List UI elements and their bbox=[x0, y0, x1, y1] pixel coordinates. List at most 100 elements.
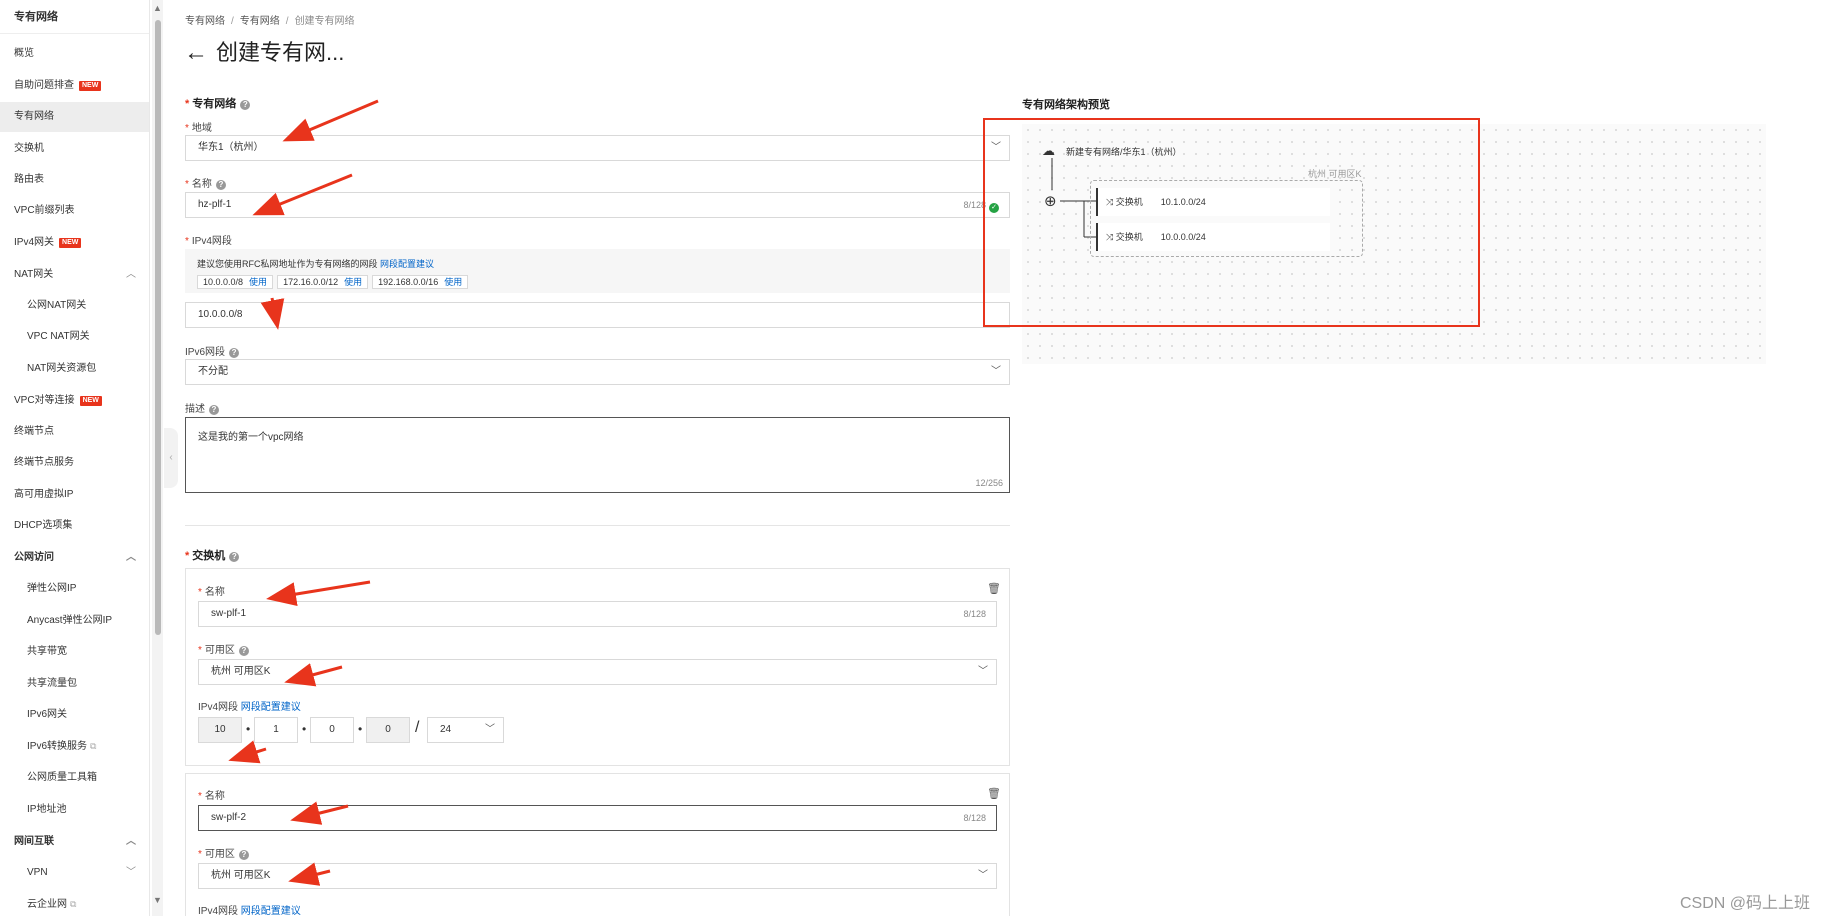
sidebar-item-label: 高可用虚拟IP bbox=[14, 489, 74, 500]
new-badge: NEW bbox=[59, 238, 82, 248]
highlight-box bbox=[983, 118, 1480, 327]
sidebar-item-shared-bandwidth[interactable]: 共享带宽 bbox=[0, 637, 149, 667]
octet-separator: • bbox=[302, 722, 307, 736]
cidr-advice-link[interactable]: 网段配置建议 bbox=[241, 702, 301, 713]
sidebar-item-endpoint[interactable]: 终端节点 bbox=[0, 417, 149, 447]
switch-card-2 bbox=[185, 773, 1010, 916]
sidebar-item-havip[interactable]: 高可用虚拟IP bbox=[0, 480, 149, 510]
cidr-advice-link[interactable]: 网段配置建议 bbox=[380, 259, 434, 269]
external-link-icon: ⧉ bbox=[70, 899, 77, 909]
scroll-down-icon[interactable]: ▼ bbox=[153, 895, 162, 905]
sidebar-item-ip-pool[interactable]: IP地址池 bbox=[0, 795, 149, 825]
trash-icon[interactable]: 🗑 bbox=[987, 582, 1001, 595]
help-icon[interactable]: ? bbox=[229, 348, 240, 358]
sidebar-item-label: NAT网关 bbox=[14, 269, 54, 280]
sidebar-item-nat-package[interactable]: NAT网关资源包 bbox=[0, 354, 149, 384]
sidebar-item-label: Anycast弹性公网IP bbox=[27, 615, 113, 626]
sidebar-item-route-table[interactable]: 路由表 bbox=[0, 165, 149, 195]
breadcrumb-item[interactable]: 专有网络 bbox=[185, 16, 225, 27]
sidebar-item-label: 云企业网 bbox=[27, 899, 67, 910]
switch-1-zone-select[interactable]: 杭州 可用区K ﹀ bbox=[198, 659, 997, 685]
chevron-down-icon: ﹀ bbox=[126, 867, 136, 878]
sidebar-item-label: 自助问题排查 bbox=[14, 80, 74, 91]
help-icon[interactable]: ? bbox=[215, 180, 226, 190]
sidebar-item-vpn[interactable]: VPN ﹀ bbox=[0, 858, 149, 888]
ipv4-label: * IPv4网段 bbox=[185, 236, 232, 247]
chevron-down-icon: ﹀ bbox=[485, 724, 495, 735]
trash-icon[interactable]: 🗑 bbox=[987, 787, 1001, 800]
sidebar-item-anycast-eip[interactable]: Anycast弹性公网IP bbox=[0, 606, 149, 636]
switch-ipv4-label: IPv4网段 网段配置建议 bbox=[198, 702, 301, 713]
help-icon[interactable]: ? bbox=[229, 552, 240, 562]
chevron-down-icon: ﹀ bbox=[978, 870, 988, 881]
sidebar-item-prefix-list[interactable]: VPC前缀列表 bbox=[0, 196, 149, 226]
sidebar-item-label: 终端节点服务 bbox=[14, 457, 74, 468]
sidebar-item-label: IP地址池 bbox=[27, 804, 67, 815]
switch-1-name-input[interactable]: sw-plf-1 8/128 bbox=[198, 601, 997, 627]
sidebar-item-vpc-peering[interactable]: VPC对等连接 NEW bbox=[0, 386, 149, 416]
sidebar-item-label: IPv4网关 bbox=[14, 237, 55, 248]
chevron-down-icon: ﹀ bbox=[991, 366, 1001, 377]
chevron-up-icon: ︿ bbox=[126, 269, 136, 280]
ipv4-octet-3[interactable]: 0 bbox=[310, 717, 354, 743]
sidebar-group-interconnect[interactable]: 网间互联 ︿ bbox=[0, 827, 149, 857]
use-cidr-link[interactable]: 使用 bbox=[249, 277, 267, 287]
sidebar-item-public-nat[interactable]: 公网NAT网关 bbox=[0, 291, 149, 321]
back-arrow-icon[interactable]: ← bbox=[184, 38, 208, 68]
cidr-advice-link[interactable]: 网段配置建议 bbox=[241, 906, 301, 916]
ipv4-octet-2[interactable]: 1 bbox=[254, 717, 298, 743]
switch-name-label: * 名称 bbox=[198, 587, 225, 598]
description-textarea[interactable]: 这是我的第一个vpc网络 12/256 bbox=[185, 417, 1010, 493]
ipv6-select[interactable]: 不分配 ﹀ bbox=[185, 359, 1010, 385]
sidebar-item-quality-toolbox[interactable]: 公网质量工具箱 bbox=[0, 763, 149, 793]
mask-separator: / bbox=[415, 719, 420, 736]
chevron-down-icon: ﹀ bbox=[978, 666, 988, 677]
sidebar-item-label: IPv6转换服务 bbox=[27, 741, 88, 752]
cidr-chip: 192.168.0.0/16 使用 bbox=[372, 275, 469, 289]
char-counter: 8/128 bbox=[963, 609, 986, 619]
help-icon[interactable]: ? bbox=[238, 646, 249, 656]
ipv4-cidr-input[interactable]: 10.0.0.0/8 bbox=[185, 302, 1010, 328]
help-icon[interactable]: ? bbox=[209, 405, 219, 415]
sidebar-item-label: VPC NAT网关 bbox=[27, 331, 90, 342]
switch-2-zone-select[interactable]: 杭州 可用区K ﹀ bbox=[198, 863, 997, 889]
sidebar-item-nat-gateway[interactable]: NAT网关 ︿ bbox=[0, 260, 149, 290]
preview-title: 专有网络架构预览 bbox=[1022, 99, 1110, 111]
help-icon[interactable]: ? bbox=[240, 100, 251, 110]
scroll-thumb[interactable] bbox=[155, 20, 161, 635]
scroll-up-icon[interactable]: ▲ bbox=[153, 3, 162, 13]
sidebar-item-label: 公网访问 bbox=[14, 552, 54, 563]
use-cidr-link[interactable]: 使用 bbox=[344, 277, 362, 287]
sidebar-scrollbar[interactable]: ▲ ▼ bbox=[152, 0, 163, 916]
ipv6-label: IPv6网段? bbox=[185, 343, 240, 358]
switch-2-name-input[interactable]: sw-plf-2 8/128 bbox=[198, 805, 997, 831]
sidebar-item-self-diagnose[interactable]: 自助问题排查 NEW bbox=[0, 71, 149, 101]
sidebar-item-vpc-nat[interactable]: VPC NAT网关 bbox=[0, 322, 149, 352]
sidebar-item-ipv4-gateway[interactable]: IPv4网关 NEW bbox=[0, 228, 149, 258]
char-counter: 12/256 bbox=[975, 478, 1003, 488]
sidebar-item-endpoint-service[interactable]: 终端节点服务 bbox=[0, 448, 149, 478]
sidebar-group-public-access[interactable]: 公网访问 ︿ bbox=[0, 543, 149, 573]
chevron-up-icon: ︿ bbox=[126, 836, 136, 847]
sidebar-item-label: 共享带宽 bbox=[27, 646, 67, 657]
sidebar: 专有网络 概览 自助问题排查 NEW 专有网络 交换机 路由表 VPC前缀列表 I… bbox=[0, 0, 150, 916]
ipv4-mask-select[interactable]: 24 ﹀ bbox=[427, 717, 504, 743]
sidebar-collapse-handle[interactable]: ‹ bbox=[164, 428, 178, 488]
help-icon[interactable]: ? bbox=[238, 850, 249, 860]
chevron-up-icon: ︿ bbox=[126, 552, 136, 563]
sidebar-item-eip[interactable]: 弹性公网IP bbox=[0, 574, 149, 604]
region-select[interactable]: 华东1（杭州） ﹀ bbox=[185, 135, 1010, 161]
sidebar-item-dhcp[interactable]: DHCP选项集 bbox=[0, 511, 149, 541]
sidebar-item-ipv6-translation[interactable]: IPv6转换服务 ⧉ bbox=[0, 731, 149, 761]
breadcrumb-item[interactable]: 专有网络 bbox=[240, 16, 280, 27]
sidebar-item-shared-traffic[interactable]: 共享流量包 bbox=[0, 669, 149, 699]
sidebar-item-ipv6-gateway[interactable]: IPv6网关 bbox=[0, 700, 149, 730]
section-divider bbox=[185, 525, 1010, 526]
sidebar-title: 专有网络 bbox=[0, 0, 149, 34]
sidebar-item-cen[interactable]: 云企业网 ⧉ bbox=[0, 889, 149, 916]
use-cidr-link[interactable]: 使用 bbox=[444, 277, 462, 287]
vpc-name-input[interactable]: hz-plf-1 8/128 ✓ bbox=[185, 192, 1010, 218]
sidebar-item-vswitch[interactable]: 交换机 bbox=[0, 134, 149, 164]
sidebar-item-vpc[interactable]: 专有网络 bbox=[0, 102, 149, 132]
sidebar-item-overview[interactable]: 概览 bbox=[0, 39, 149, 69]
